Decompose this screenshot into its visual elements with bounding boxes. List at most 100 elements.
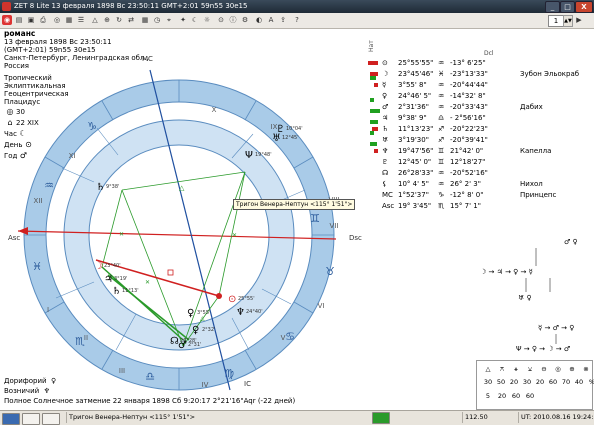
planet-symbol-icon: ♂ [382, 103, 389, 111]
page-next-icon[interactable]: ▶ [574, 15, 584, 25]
calendar-icon[interactable]: ▦ [140, 15, 150, 25]
planet-degree: 25°55' [238, 296, 255, 302]
planet-glyph-icon[interactable]: ♃ [104, 274, 113, 285]
planet-longitude: 9°38' 9" [398, 114, 427, 122]
planet-glyph-icon[interactable]: Ψ [245, 150, 253, 161]
info-icon[interactable]: ⓘ [228, 15, 238, 25]
progress-icon[interactable]: ↻ [114, 15, 124, 25]
page-spin-icon[interactable]: ▲▼ [563, 15, 573, 27]
svg-text:✕: ✕ [145, 279, 150, 286]
planet-glyph-icon[interactable]: ⊙ [228, 294, 236, 305]
status-indicator-icon [372, 412, 390, 424]
direction-icon[interactable]: ⇄ [126, 15, 136, 25]
close-button[interactable]: X [575, 1, 593, 13]
planet-symbol-icon: ⚸ [382, 180, 388, 188]
planet-symbol-icon: ☽ [382, 70, 389, 78]
planet-row[interactable]: ☊ 26°28'33" ♒ -20°52'16" [368, 168, 594, 179]
fixed-star-note: Принцепс [520, 191, 557, 199]
planet-declination: -20°52'16" [450, 169, 488, 177]
planet-declination: -14°32' 8" [450, 92, 486, 100]
natal-header: Нат [368, 40, 375, 52]
planet-declination: -20°33'43" [450, 103, 488, 111]
fixed-star-note: Нихол [520, 180, 543, 188]
planet-declination: 26° 2' 3" [450, 180, 481, 188]
taurus-icon: ♉ [325, 265, 335, 278]
planet-row[interactable]: ♄ 11°13'23" ♐ -20°22'23" [368, 124, 594, 135]
planet-declination: 21°42' 0" [450, 147, 484, 155]
color-icon[interactable]: ◐ [254, 15, 264, 25]
planet-row[interactable]: ♅ 3°19'30" ♐ -20°39'41" [368, 135, 594, 146]
pisces-icon: ♓ [32, 260, 42, 273]
help-icon[interactable]: ? [292, 15, 302, 25]
planet-declination: -20°22'23" [450, 125, 488, 133]
export-icon[interactable]: ⇪ [278, 15, 288, 25]
planet-glyph-icon[interactable]: ☊ [170, 336, 179, 347]
aspect-value: 70 [561, 378, 571, 386]
planet-degree: 9°38' [106, 184, 119, 190]
map-icon[interactable]: ⌖ [164, 15, 174, 25]
moon-icon[interactable]: ☾ [190, 15, 200, 25]
aspect-value: 60 [525, 392, 535, 400]
planet-glyph-icon[interactable]: ♄ [96, 182, 105, 193]
title-bar: ZET 8 Lite 13 февраля 1898 Вс 23:50:11 G… [0, 0, 594, 13]
settings-icon[interactable]: ⚙ [240, 15, 250, 25]
planet-glyph-icon[interactable]: ♄ [112, 286, 121, 297]
minimize-button[interactable]: _ [545, 1, 560, 13]
grid-icon[interactable]: ▦ [64, 15, 74, 25]
planet-symbol-icon: ☊ [382, 169, 389, 177]
planet-declination: -20°44'44" [450, 81, 488, 89]
planet-row[interactable]: ♃ 9°38' 9" ♎ - 2°56'16" [368, 113, 594, 124]
wheel-icon[interactable]: ◎ [52, 15, 62, 25]
planet-glyph-icon[interactable]: ☽ [94, 261, 103, 272]
aspect-type-icon: ⊕ [569, 365, 575, 373]
planet-row[interactable]: ☽ 23°45'46" ♓ -23°13'33" Зубон Эльокраб [368, 69, 594, 80]
house-number: I [47, 306, 49, 314]
planet-row[interactable]: ☿ 3°55' 8" ♒ -20°44'44" [368, 80, 594, 91]
svg-text:✕: ✕ [232, 232, 237, 239]
planet-glyph-icon[interactable]: ♆ [236, 307, 245, 318]
planet-row[interactable]: ♀ 24°46' 5" ♒ -14°32' 8" [368, 91, 594, 102]
natal-wheel[interactable]: ♑ ♒ ♓ ♉ ♊ ♋ ♍ ♎ ♏ IIIIIIIVVVIVIIVIIIIXXX… [0, 50, 380, 410]
sun-icon[interactable]: ☼ [202, 15, 212, 25]
page-number-field[interactable]: 1 [548, 15, 564, 27]
zodiac-sign-icon: ♒ [438, 92, 445, 100]
star-icon[interactable]: ✦ [178, 15, 188, 25]
zoom-icon[interactable]: ⊙ [216, 15, 226, 25]
taskbar-button-1[interactable] [22, 413, 40, 425]
zodiac-sign-icon: ♒ [438, 59, 445, 67]
save-icon[interactable]: ▣ [26, 15, 36, 25]
start-icon[interactable] [2, 413, 20, 425]
planet-degree: 11°13' [122, 288, 139, 294]
planet-glyph-icon[interactable]: ♀ [192, 325, 199, 336]
aspect-value: 40 [574, 378, 584, 386]
planet-glyph-icon[interactable]: ♇ [276, 124, 285, 135]
transit-icon[interactable]: ⊕ [102, 15, 112, 25]
planet-row[interactable]: ♇ 12°45' 0" ♊ 12°18'27" [368, 157, 594, 168]
new-chart-icon[interactable]: ◉ [2, 15, 12, 25]
maximize-button[interactable]: □ [560, 1, 575, 13]
text-icon[interactable]: A [266, 15, 276, 25]
planet-row[interactable]: Asc 19° 3'45" ♏ 15° 7' 1" [368, 201, 594, 212]
table-icon[interactable]: ☰ [76, 15, 86, 25]
planet-glyph-icon[interactable]: ♀ [187, 308, 194, 319]
planet-row[interactable]: ⚸ 10° 4' 5" ♒ 26° 2' 3" Нихол [368, 179, 594, 190]
clock-icon[interactable]: ◷ [152, 15, 162, 25]
planet-longitude: 25°55'55" [398, 59, 434, 67]
planet-row[interactable]: ♂ 2°31'36" ♒ -20°33'43" Дабих [368, 102, 594, 113]
fixed-star-note: Дабих [520, 103, 543, 111]
taskbar-button-2[interactable] [42, 413, 60, 425]
status-ut-time: UT: 2010.08.16 19:24:27 [518, 412, 594, 423]
planet-declination: -23°13'33" [450, 70, 488, 78]
aspect-value: 20 [497, 392, 507, 400]
planet-row[interactable]: MC 1°52'37" ♑ -12° 8' 0" Принцепс [368, 190, 594, 201]
planet-row[interactable]: ⊙ 25°55'55" ♒ -13° 6'25" [368, 58, 594, 69]
window-title: ZET 8 Lite 13 февраля 1898 Вс 23:50:11 G… [14, 2, 248, 10]
planet-row[interactable]: ♆ 19°47'56" ♊ 21°42' 0" Капелла [368, 146, 594, 157]
bottom-info: Дорифорий ♀ Возничий ♆ [4, 376, 56, 396]
open-icon[interactable]: ▤ [14, 15, 24, 25]
planet-symbol-icon: ♄ [382, 125, 389, 133]
aspects-icon[interactable]: △ [90, 15, 100, 25]
print-icon[interactable]: ⎙ [38, 15, 48, 25]
zodiac-sign-icon: ♎ [438, 114, 445, 122]
doriphory-icon: ♀ [51, 377, 57, 385]
